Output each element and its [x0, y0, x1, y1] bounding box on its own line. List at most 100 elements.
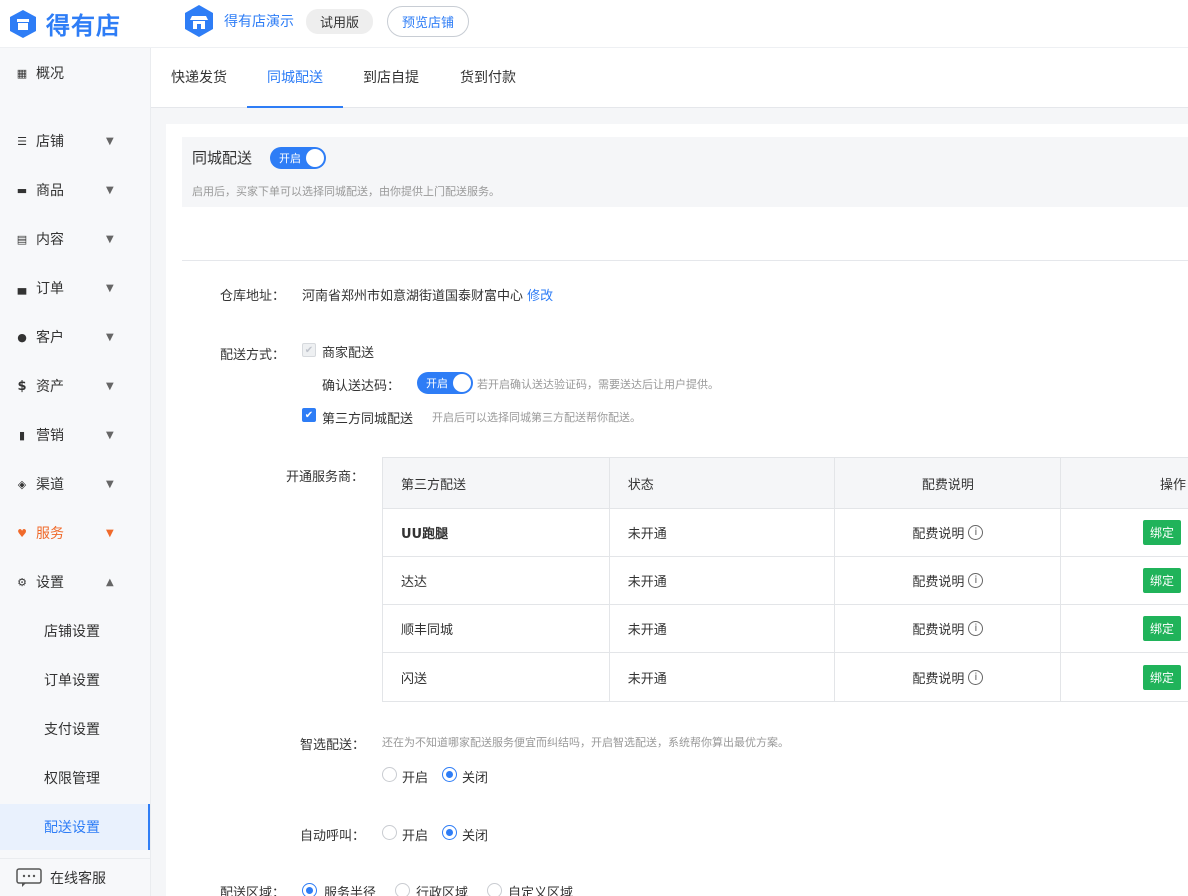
- sidebar-item-label: 订单: [36, 281, 64, 297]
- smart-delivery-off-radio[interactable]: [442, 767, 457, 782]
- bind-button[interactable]: 绑定: [1142, 664, 1181, 690]
- provider-status: 未开通: [610, 605, 836, 652]
- provider-action: 绑定: [1061, 653, 1188, 701]
- app-logo[interactable]: 得有店: [8, 6, 121, 41]
- sidebar-item-label: 服务: [36, 526, 64, 542]
- header-action-label: 操作: [1159, 477, 1186, 493]
- header-action: 操作: [1061, 458, 1188, 508]
- table-row: 闪送 未开通 配费说明 i 绑定: [383, 653, 1188, 701]
- section-title: 同城配送: [192, 149, 253, 167]
- tab-pickup[interactable]: 到店自提: [343, 48, 439, 108]
- bind-button[interactable]: 绑定: [1142, 520, 1181, 545]
- third-party-delivery-checkbox[interactable]: ✔: [302, 408, 316, 422]
- order-icon: ▄: [17, 281, 27, 295]
- providers-table: 第三方配送 状态 配费说明 操作 UU跑腿 未开通 配费说明 i 绑定 达达 未开…: [382, 457, 1188, 702]
- tab-express[interactable]: 快递发货: [151, 48, 247, 108]
- preview-shop-button[interactable]: 预览店铺: [387, 5, 470, 37]
- warehouse-address-row: 河南省郑州市如意湖街道国泰财富中心 修改: [302, 285, 553, 304]
- sidebar-item-marketing[interactable]: ▮ 营销 ▼: [0, 415, 150, 455]
- provider-action: 绑定: [1061, 605, 1188, 652]
- toggle-label: 开启: [426, 377, 448, 390]
- online-service-button[interactable]: 在线客服: [0, 858, 150, 896]
- chat-icon: [16, 867, 42, 887]
- area-district-radio[interactable]: [395, 883, 410, 896]
- warehouse-label: 仓库地址：: [220, 289, 286, 304]
- trial-badge: 试用版: [306, 8, 374, 34]
- provider-fee[interactable]: 配费说明 i: [835, 605, 1062, 652]
- dollar-icon: $: [17, 378, 27, 394]
- provider-fee[interactable]: 配费说明 i: [835, 653, 1062, 701]
- info-icon[interactable]: i: [968, 669, 984, 685]
- sidebar-item-label: 客户: [36, 330, 64, 346]
- merchant-delivery-checkbox[interactable]: ✔: [302, 343, 316, 357]
- third-party-delivery-hint: 开启后可以选择同城第三方配送帮你配送。: [432, 411, 641, 424]
- providers-label: 开通服务商：: [286, 470, 365, 485]
- shop-name[interactable]: 得有店演示: [224, 11, 294, 31]
- chevron-down-icon: ▼: [106, 478, 114, 490]
- auto-call-off-label: 关闭: [462, 829, 489, 844]
- sidebar-subitem-permissions[interactable]: 权限管理: [0, 755, 150, 801]
- divider: [182, 260, 1188, 261]
- sidebar-item-orders[interactable]: ▄ 订单 ▼: [0, 268, 150, 308]
- document-icon: ▤: [16, 232, 28, 246]
- toggle-label: 开启: [279, 152, 301, 165]
- toggle-knob: [306, 149, 324, 167]
- sidebar-item-overview[interactable]: ▦ 概况: [0, 53, 150, 93]
- sidebar-subitem-shop-settings[interactable]: 店铺设置: [0, 608, 150, 654]
- users-icon: ●: [17, 330, 27, 344]
- confirm-code-label: 确认送达码：: [322, 379, 401, 394]
- sliders-icon: ☰: [17, 134, 27, 148]
- confirm-code-toggle[interactable]: 开启: [417, 372, 473, 394]
- area-custom-radio[interactable]: [487, 883, 502, 896]
- sidebar-item-customers[interactable]: ● 客户 ▼: [0, 317, 150, 357]
- provider-name: 达达: [383, 557, 610, 604]
- auto-call-on-label: 开启: [402, 829, 429, 844]
- delivery-area-label: 配送区域：: [220, 886, 286, 896]
- area-district-label: 行政区域: [416, 886, 469, 896]
- sidebar-item-settings[interactable]: ⚙ 设置 ▲: [0, 562, 150, 602]
- sidebar-subitem-delivery-settings[interactable]: 配送设置: [0, 804, 150, 850]
- tab-local-delivery[interactable]: 同城配送: [247, 48, 343, 108]
- sidebar-subitem-payment-settings[interactable]: 支付设置: [0, 706, 150, 752]
- smart-delivery-on-label: 开启: [402, 771, 429, 786]
- shop-switcher[interactable]: 得有店演示 试用版 预览店铺: [184, 4, 470, 38]
- sidebar-item-goods[interactable]: ▬ 商品 ▼: [0, 170, 150, 210]
- chevron-down-icon: ▼: [106, 429, 114, 441]
- area-custom-label: 自定义区域: [508, 886, 574, 896]
- bind-button[interactable]: 绑定: [1142, 616, 1181, 641]
- smart-delivery-on-radio[interactable]: [382, 767, 397, 782]
- sidebar-item-services[interactable]: ♥ 服务 ▼: [0, 513, 150, 553]
- provider-fee[interactable]: 配费说明 i: [835, 557, 1062, 604]
- table-row: UU跑腿 未开通 配费说明 i 绑定: [383, 509, 1188, 557]
- auto-call-on-radio[interactable]: [382, 825, 397, 840]
- sidebar-item-shop[interactable]: ☰ 店铺 ▼: [0, 121, 150, 161]
- provider-fee[interactable]: 配费说明 i: [835, 509, 1062, 556]
- header-fee: 配费说明: [835, 458, 1062, 508]
- tab-cod[interactable]: 货到付款: [440, 48, 536, 108]
- sidebar-subitem-order-settings[interactable]: 订单设置: [0, 657, 150, 703]
- area-radius-radio[interactable]: [302, 883, 317, 896]
- logo-icon: [10, 9, 36, 38]
- chevron-down-icon: ▼: [106, 135, 114, 147]
- sidebar-item-assets[interactable]: $ 资产 ▼: [0, 366, 150, 406]
- bind-button[interactable]: 绑定: [1142, 568, 1181, 593]
- provider-name: 顺丰同城: [383, 605, 610, 652]
- gear-icon: ⚙: [17, 575, 27, 589]
- top-bar: 得有店 得有店演示 试用版 预览店铺: [0, 0, 1188, 48]
- provider-status: 未开通: [610, 653, 836, 701]
- local-delivery-toggle[interactable]: 开启: [270, 147, 326, 169]
- sidebar-item-channels[interactable]: ◈ 渠道 ▼: [0, 464, 150, 504]
- auto-call-label: 自动呼叫：: [300, 829, 366, 844]
- warehouse-address: 河南省郑州市如意湖街道国泰财富中心: [302, 289, 524, 304]
- info-icon[interactable]: i: [968, 525, 984, 540]
- edit-address-link[interactable]: 修改: [527, 289, 553, 304]
- info-icon[interactable]: i: [968, 621, 984, 636]
- chevron-down-icon: ▼: [106, 233, 114, 245]
- sidebar-item-label: 设置: [36, 575, 64, 591]
- info-icon[interactable]: i: [968, 573, 984, 588]
- auto-call-off-radio[interactable]: [442, 825, 457, 840]
- area-radius-label: 服务半径: [324, 886, 377, 896]
- sidebar: ▦ 概况 ☰ 店铺 ▼ ▬ 商品 ▼ ▤ 内容 ▼ ▄ 订单 ▼ ● 客户 ▼ …: [0, 48, 151, 896]
- sidebar-item-content[interactable]: ▤ 内容 ▼: [0, 219, 150, 259]
- chevron-down-icon: ▼: [106, 527, 114, 539]
